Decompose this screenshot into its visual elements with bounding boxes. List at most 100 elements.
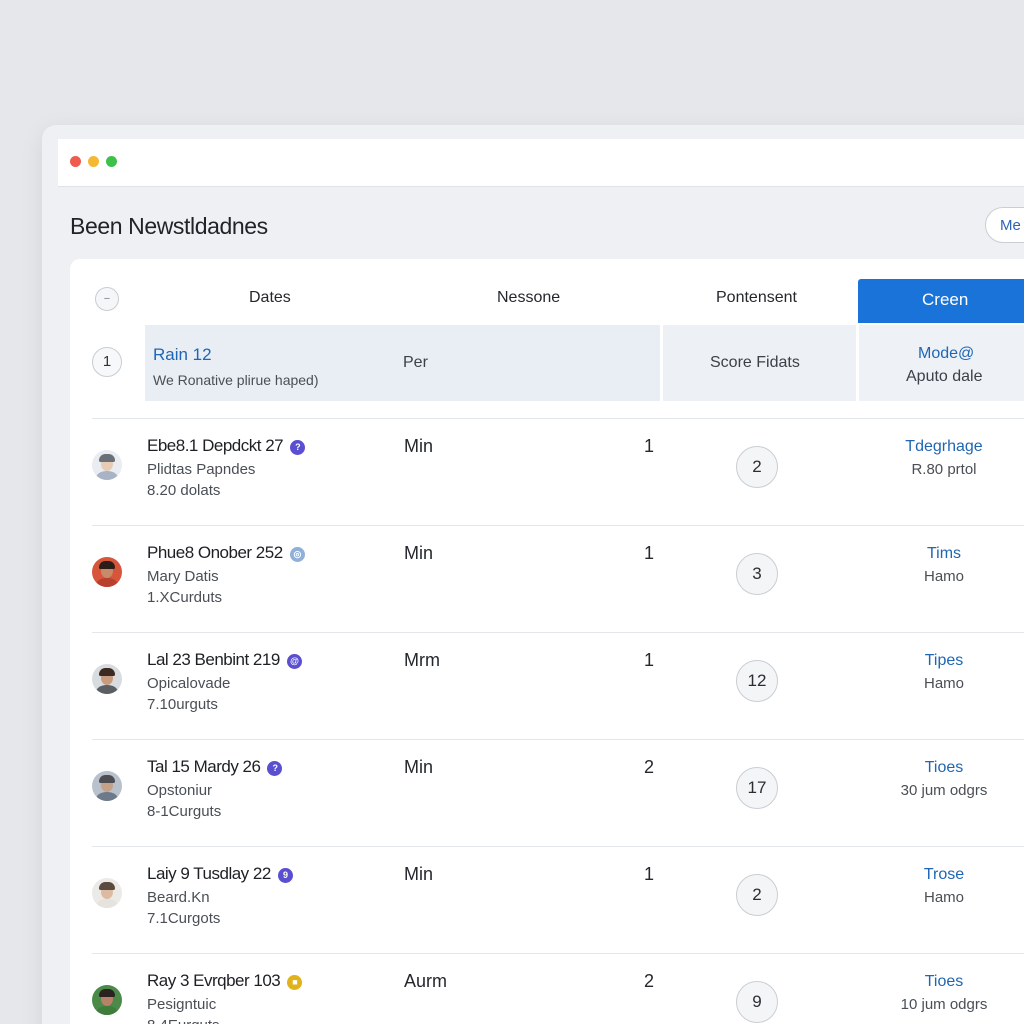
row-detail: 7.1Curgots	[147, 910, 221, 927]
row-title[interactable]: Laiy 9 Tusdlay 22 9	[147, 864, 293, 884]
table-row[interactable]: Lal 23 Benbint 219 @ Opicalovade 7.10urguts…	[70, 632, 1024, 740]
avatar-hair	[99, 989, 115, 997]
avatar	[92, 557, 122, 587]
verified-badge-icon: 9	[277, 868, 293, 883]
row-divider	[92, 739, 1024, 740]
column-header-nessone[interactable]: Nessone	[497, 289, 560, 307]
app-window: Been Newstldadnes Me − Dates Nessone Pon…	[42, 125, 1024, 1024]
verified-badge-icon: ◎	[289, 547, 305, 562]
table-row[interactable]: Tal 15 Mardy 26? Opstoniur 8-1Curguts Min 2 1…	[70, 739, 1024, 847]
row-detail: 8.4Eurguts	[147, 1017, 220, 1024]
column-header-pontensent[interactable]: Pontensent	[716, 289, 797, 307]
row-nessone-value: Aurm	[404, 971, 448, 991]
row-title[interactable]: Ray 3 Evrqber 103 ■	[147, 971, 303, 991]
selected-row-mode-sub: Aputo dale	[906, 368, 983, 385]
row-tag-link[interactable]: Trose	[870, 866, 1018, 884]
selected-row[interactable]: 1 Rain 12 We Ronative plirue haped) Per …	[70, 325, 1024, 403]
verified-badge-icon: @	[286, 654, 302, 669]
avatar-hair	[99, 668, 115, 676]
avatar	[92, 878, 122, 908]
data-table: − Dates Nessone Pontensent Creen 1 Rain …	[70, 259, 1024, 1024]
row-subtitle: Mary Datis	[147, 568, 219, 585]
verified-badge-icon: ?	[267, 761, 283, 776]
selected-row-mode-link[interactable]: Mode@	[918, 345, 974, 363]
row-nessone-value: Min	[404, 757, 434, 777]
row-count-value: 2	[644, 971, 655, 991]
avatar-hair	[99, 882, 115, 890]
row-score-badge[interactable]: 2	[736, 446, 778, 488]
row-title-text: Tal 15 Mardy 26	[147, 757, 261, 776]
row-detail: 8-1Curguts	[147, 803, 222, 820]
row-detail: 7.10urguts	[147, 696, 218, 713]
row-score-badge[interactable]: 2	[736, 874, 778, 916]
table-row[interactable]: Ray 3 Evrqber 103 ■ Pesigntuic 8.4Eurguts Au…	[70, 953, 1024, 1024]
close-window-button[interactable]	[70, 156, 81, 167]
table-row[interactable]: Laiy 9 Tusdlay 22 9 Beard.Kn 7.1Curgots Min 1…	[70, 846, 1024, 954]
header-action-button[interactable]: Me	[985, 207, 1024, 243]
table-row[interactable]: Ebe8.1 Depdckt 27? Plidtas Papndes 8.20 do…	[70, 418, 1024, 526]
row-divider	[92, 418, 1024, 419]
avatar	[92, 985, 122, 1015]
row-score-badge[interactable]: 9	[736, 981, 778, 1023]
row-subtitle: Beard.Kn	[147, 889, 210, 906]
row-count-value: 2	[644, 757, 655, 777]
row-score-badge[interactable]: 3	[736, 553, 778, 595]
avatar-hair	[99, 561, 115, 569]
avatar-hair	[99, 454, 115, 462]
row-score-badge[interactable]: 12	[736, 660, 778, 702]
row-subtitle: Opstoniur	[147, 782, 213, 799]
row-title[interactable]: Phue8 Onober 252 ◎	[147, 543, 305, 563]
row-tag-link[interactable]: Tioes	[870, 973, 1018, 991]
row-nessone-value: Min	[404, 864, 434, 884]
maximize-window-button[interactable]	[106, 156, 117, 167]
selected-row-subtitle: We Ronative plirue haped)	[153, 372, 319, 388]
avatar-hair	[99, 775, 115, 783]
verified-badge-icon: ■	[287, 975, 303, 990]
row-title[interactable]: Ebe8.1 Depdckt 27?	[147, 436, 306, 456]
row-tag-sub: R.80 prtol	[911, 461, 977, 478]
minimize-window-button[interactable]	[88, 156, 99, 167]
row-nessone-value: Min	[404, 436, 434, 456]
row-count-value: 1	[644, 436, 655, 456]
avatar-body	[96, 899, 118, 908]
row-subtitle: Opicalovade	[147, 675, 231, 692]
row-number: 1	[92, 347, 122, 377]
selected-row-title[interactable]: Rain 12	[153, 345, 212, 365]
row-tag-link[interactable]: Tipes	[870, 652, 1018, 670]
row-nessone-value: Min	[404, 543, 434, 563]
row-subtitle: Pesigntuic	[147, 996, 217, 1013]
selected-row-score-label: Score Fidats	[710, 354, 800, 371]
row-tag-sub: 10 jum odgrs	[900, 996, 988, 1013]
row-tag-link[interactable]: Tims	[870, 545, 1018, 563]
row-tag-sub: Hamo	[923, 889, 964, 906]
avatar-body	[96, 685, 118, 694]
select-all-icon[interactable]: −	[95, 287, 119, 311]
selected-row-per: Per	[403, 354, 428, 371]
row-title-text: Ray 3 Evrqber 103	[147, 971, 281, 990]
avatar-body	[96, 471, 118, 480]
selected-cell-mode	[859, 325, 1024, 401]
avatar-body	[96, 578, 118, 587]
row-title[interactable]: Tal 15 Mardy 26?	[147, 757, 283, 777]
row-title[interactable]: Lal 23 Benbint 219 @	[147, 650, 302, 670]
title-bar	[58, 139, 1024, 187]
row-count-value: 1	[644, 543, 655, 563]
row-detail: 1.XCurduts	[147, 589, 223, 606]
row-title-text: Lal 23 Benbint 219	[147, 650, 280, 669]
avatar-body	[96, 792, 118, 801]
row-tag-link[interactable]: Tdegrhage	[870, 438, 1018, 456]
column-header-dates[interactable]: Dates	[249, 289, 291, 307]
row-tag-link[interactable]: Tioes	[870, 759, 1018, 777]
row-title-text: Laiy 9 Tusdlay 22	[147, 864, 271, 883]
row-count-value: 1	[644, 650, 655, 670]
column-header-creen-active[interactable]: Creen	[858, 279, 1024, 323]
table-row[interactable]: Phue8 Onober 252 ◎ Mary Datis 1.XCurduts Min…	[70, 525, 1024, 633]
row-tag-sub: Hamo	[923, 675, 964, 692]
row-divider	[92, 846, 1024, 847]
row-count-value: 1	[644, 864, 655, 884]
row-divider	[92, 953, 1024, 954]
page-title: Been Newstldadnes	[70, 213, 268, 239]
row-tag-sub: Hamo	[923, 568, 964, 585]
avatar	[92, 664, 122, 694]
row-score-badge[interactable]: 17	[736, 767, 778, 809]
